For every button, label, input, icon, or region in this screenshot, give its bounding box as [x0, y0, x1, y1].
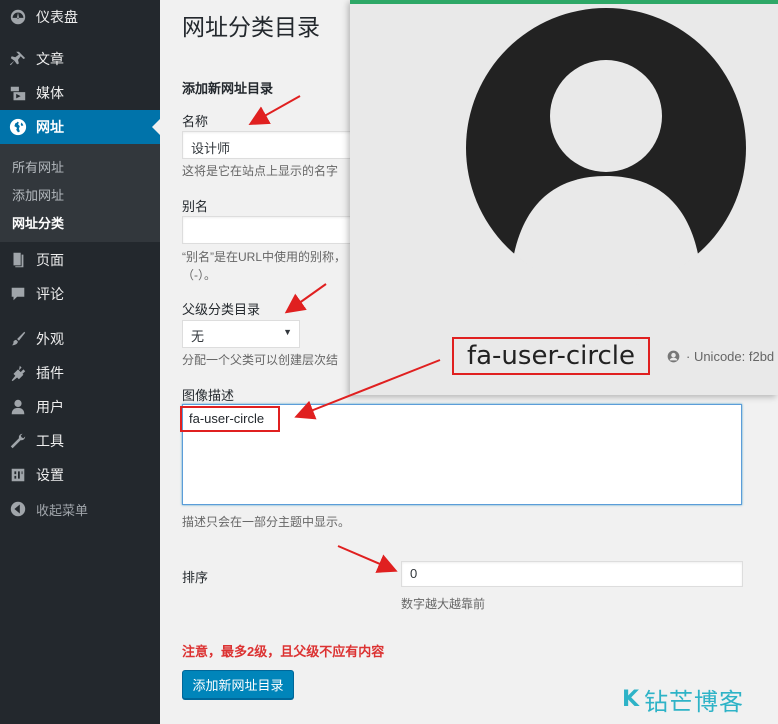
- submenu-add-site[interactable]: 添加网址: [12, 185, 64, 204]
- icon-preview-overlay: fa-user-circle · Unicode: f2bd: [350, 0, 778, 395]
- sites-submenu: 所有网址 添加网址 网址分类: [0, 144, 160, 242]
- parent-label: 父级分类目录: [182, 302, 261, 317]
- menu-item-posts[interactable]: 文章: [0, 42, 160, 76]
- section-title: 添加新网址目录: [182, 81, 274, 96]
- menu-item-label: 插件: [36, 365, 64, 381]
- logo-mark: K: [622, 687, 641, 712]
- wrench-icon: [0, 432, 36, 450]
- slug-description-line2: （-）。: [182, 268, 216, 282]
- menu-item-label: 工具: [36, 433, 64, 449]
- comment-icon: [0, 285, 36, 303]
- slug-description-line1: “别名”是在URL中使用的别称，: [182, 250, 346, 264]
- menu-item-users[interactable]: 用户: [0, 390, 160, 424]
- icon-name-label: fa-user-circle: [452, 337, 650, 375]
- slug-label: 别名: [182, 199, 209, 214]
- logo-text: 钻芒博客: [644, 688, 745, 716]
- menu-item-tools[interactable]: 工具: [0, 424, 160, 458]
- menu-item-settings[interactable]: 设置: [0, 458, 160, 492]
- collapse-menu-label: 收起菜单: [36, 502, 89, 518]
- watermark-logo: K 钻芒博客: [622, 682, 744, 717]
- order-input[interactable]: 0: [401, 561, 743, 587]
- submenu-site-categories[interactable]: 网址分类: [12, 213, 64, 232]
- parent-description: 分配一个父类可以创建层次结: [182, 353, 339, 367]
- menu-item-label: 外观: [36, 331, 64, 347]
- user-circle-icon: [466, 8, 746, 288]
- image-description-help: 描述只会在一部分主题中显示。: [182, 515, 351, 529]
- menu-item-comments[interactable]: 评论: [0, 277, 160, 311]
- menu-item-dashboard[interactable]: 仪表盘: [0, 0, 160, 34]
- plugin-icon: [0, 364, 36, 382]
- menu-item-label: 仪表盘: [36, 9, 78, 25]
- menu-item-label: 用户: [36, 399, 64, 415]
- add-category-button[interactable]: 添加新网址目录: [182, 670, 294, 699]
- name-description: 这将是它在站点上显示的名字: [182, 164, 339, 178]
- parent-select-value: 无: [191, 329, 205, 344]
- page-title: 网址分类目录: [182, 14, 320, 40]
- settings-icon: [0, 466, 36, 484]
- unicode-label: · Unicode: f2bd: [667, 349, 774, 364]
- media-icon: [0, 84, 36, 102]
- menu-item-label: 评论: [36, 286, 64, 302]
- pin-icon: [0, 50, 36, 68]
- image-label: 图像描述: [182, 388, 235, 403]
- name-label: 名称: [182, 114, 209, 129]
- menu-item-media[interactable]: 媒体: [0, 76, 160, 110]
- unicode-text: · Unicode: f2bd: [686, 349, 775, 364]
- small-user-circle-icon: [667, 350, 680, 363]
- menu-item-label: 网址: [36, 119, 64, 135]
- dashboard-icon: [0, 8, 36, 26]
- admin-sidebar: 仪表盘 文章 媒体 网址 所有网址 添加网址 网址分类 页面 评论 外观 插件 …: [0, 0, 160, 724]
- brush-icon: [0, 330, 36, 348]
- order-label: 排序: [182, 570, 209, 585]
- collapse-menu-button[interactable]: 收起菜单: [0, 492, 160, 526]
- menu-item-label: 页面: [36, 252, 64, 268]
- parent-select[interactable]: 无 ▼: [182, 320, 300, 348]
- submenu-all-sites[interactable]: 所有网址: [12, 157, 64, 176]
- collapse-arrow-icon: [0, 500, 36, 518]
- menu-item-plugins[interactable]: 插件: [0, 356, 160, 390]
- menu-item-label: 设置: [36, 467, 64, 483]
- image-description-value: fa-user-circle: [189, 411, 265, 426]
- order-description: 数字越大越靠前: [401, 597, 486, 611]
- user-icon: [0, 398, 36, 416]
- menu-item-label: 文章: [36, 51, 64, 67]
- page-icon: [0, 251, 36, 269]
- menu-item-sites[interactable]: 网址: [0, 110, 160, 144]
- warning-note: 注意，最多2级，且父级不应有内容: [182, 644, 385, 659]
- menu-item-appearance[interactable]: 外观: [0, 322, 160, 356]
- menu-item-pages[interactable]: 页面: [0, 243, 160, 277]
- globe-icon: [0, 118, 36, 136]
- dropdown-arrow-icon: ▼: [283, 327, 292, 337]
- menu-item-label: 媒体: [36, 85, 64, 101]
